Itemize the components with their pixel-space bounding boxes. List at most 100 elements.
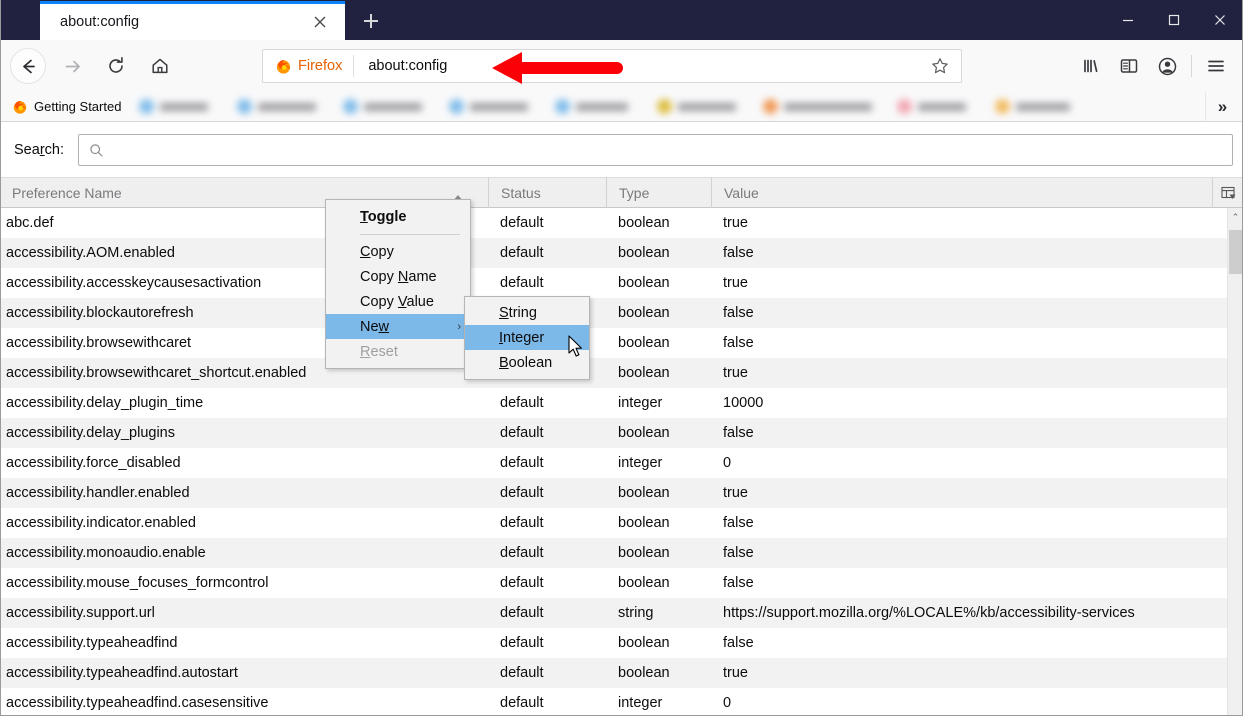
bookmark-item[interactable]: [651, 95, 751, 119]
cell-name: accessibility.indicator.enabled: [6, 515, 196, 531]
forward-button[interactable]: [54, 48, 90, 84]
table-row[interactable]: accessibility.delay_plugins default boolea…: [0, 418, 1243, 448]
back-button[interactable]: [10, 48, 46, 84]
table-row[interactable]: accessibility.indicator.enabled default bo…: [0, 508, 1243, 538]
sidebar-icon[interactable]: [1110, 49, 1148, 83]
table-row[interactable]: accessibility.typeaheadfind.autostart def…: [0, 658, 1243, 688]
column-header-status[interactable]: Status: [488, 177, 606, 208]
favicon-icon: [995, 99, 1011, 114]
table-row[interactable]: accessibility.AOM.enabled default boolean f…: [0, 238, 1243, 268]
table-row[interactable]: accessibility.blockautorefreshdefaultboo…: [0, 298, 1243, 328]
menu-item-toggle[interactable]: Toggle: [326, 203, 470, 231]
home-button[interactable]: [142, 48, 178, 84]
vertical-scrollbar[interactable]: ⌃: [1227, 208, 1243, 716]
bookmark-item[interactable]: [443, 95, 543, 119]
cell-name: accessibility.typeaheadfind.casesensitiv…: [6, 695, 269, 711]
table-row[interactable]: accessibility.force_disabled default integ…: [0, 448, 1243, 478]
cell-name: accessibility.delay_plugin_time: [6, 395, 204, 411]
bookmark-item[interactable]: [337, 95, 437, 119]
bookmark-item[interactable]: [231, 95, 331, 119]
bookmark-label: [258, 102, 317, 111]
cell-name: accessibility.typeaheadfind.autostart: [6, 665, 238, 681]
favicon-icon: [763, 99, 779, 114]
column-header-type[interactable]: Type: [606, 177, 711, 208]
cell-type: boolean: [618, 545, 670, 561]
menu-item-copy-value[interactable]: Copy Value: [326, 289, 470, 314]
favicon-icon: [237, 99, 253, 114]
bookmark-label: [364, 102, 423, 111]
search-label: Search:: [14, 142, 64, 158]
table-row[interactable]: accessibility.delay_plugin_time default in…: [0, 388, 1243, 418]
table-row[interactable]: accessibility.browsewithcaret_shortcut.e…: [0, 358, 1243, 388]
bookmark-label: [1016, 102, 1071, 111]
table-row[interactable]: accessibility.typeaheadfind default boolea…: [0, 628, 1243, 658]
bookmark-item[interactable]: [549, 95, 645, 119]
maximize-icon[interactable]: [1151, 0, 1197, 40]
cell-type: boolean: [618, 245, 670, 261]
menu-item-copy-name[interactable]: Copy Name: [326, 264, 470, 289]
bookmark-item[interactable]: [989, 95, 1085, 119]
table-row[interactable]: accessibility.mouse_focuses_formcontrol d…: [0, 568, 1243, 598]
close-icon[interactable]: [305, 7, 335, 37]
table-row[interactable]: accessibility.monoaudio.enable default boo…: [0, 538, 1243, 568]
menu-item-copy[interactable]: Copy: [326, 239, 470, 264]
cell-value: true: [723, 365, 748, 381]
column-picker-icon[interactable]: [1212, 178, 1243, 209]
cell-name: accessibility.monoaudio.enable: [6, 545, 206, 561]
bookmarks-bar: Getting Started »: [0, 92, 1243, 122]
cell-value: false: [723, 515, 754, 531]
cell-value: 0: [723, 695, 732, 711]
table-row[interactable]: accessibility.support.url default string ht…: [0, 598, 1243, 628]
scroll-up-icon[interactable]: ⌃: [1228, 208, 1243, 226]
bookmark-item[interactable]: Getting Started: [6, 95, 127, 119]
identity-box[interactable]: Firefox: [263, 55, 355, 77]
bookmark-label: [918, 102, 967, 111]
tab-title: about:config: [60, 14, 140, 30]
bookmark-item[interactable]: [757, 95, 885, 119]
table-row[interactable]: accessibility.accesskeycausesactivation d…: [0, 268, 1243, 298]
hamburger-icon[interactable]: [1197, 49, 1235, 83]
bookmark-item[interactable]: [133, 95, 225, 119]
column-header-value[interactable]: Value: [711, 177, 1243, 208]
cell-type: boolean: [618, 425, 670, 441]
minimize-icon[interactable]: [1105, 0, 1151, 40]
url-input[interactable]: about:config: [368, 58, 925, 74]
bookmark-label: Getting Started: [34, 99, 122, 114]
search-input[interactable]: [78, 134, 1233, 166]
submenu-item-string[interactable]: String: [465, 300, 589, 325]
window-controls: [1105, 0, 1243, 40]
cell-name: accessibility.typeaheadfind: [6, 635, 178, 651]
browser-tab[interactable]: about:config: [40, 1, 345, 40]
bookmark-item[interactable]: [891, 95, 983, 119]
cell-status: default: [500, 665, 544, 681]
table-row[interactable]: accessibility.handler.enabled default bool…: [0, 478, 1243, 508]
cell-value: true: [723, 275, 748, 291]
title-bar: about:config: [0, 0, 1243, 40]
table-row[interactable]: accessibility.typeaheadfind.casesensitiv…: [0, 688, 1243, 716]
table-row[interactable]: abc.def default boolean true: [0, 208, 1243, 238]
cell-type: boolean: [618, 215, 670, 231]
cell-status: default: [500, 635, 544, 651]
cell-type: integer: [618, 695, 663, 711]
scrollbar-thumb[interactable]: [1229, 230, 1243, 274]
window-close-icon[interactable]: [1197, 0, 1243, 40]
menu-item-label: Reset: [360, 343, 398, 360]
cell-status: default: [500, 455, 544, 471]
cell-type: boolean: [618, 665, 670, 681]
bookmarks-overflow-button[interactable]: »: [1205, 92, 1239, 122]
new-tab-button[interactable]: [351, 1, 391, 40]
cell-value: false: [723, 245, 754, 261]
cell-value: true: [723, 215, 748, 231]
context-menu: Toggle Copy Copy Name Copy Value New › Reset: [325, 199, 471, 369]
account-icon[interactable]: [1148, 49, 1186, 83]
menu-item-label: Copy: [360, 243, 394, 260]
library-icon[interactable]: [1072, 49, 1110, 83]
bookmark-star-icon[interactable]: [925, 51, 955, 81]
table-row[interactable]: accessibility.browsewithcaretdefaultbool…: [0, 328, 1243, 358]
favicon-icon: [139, 99, 155, 114]
menu-item-new[interactable]: New ›: [326, 314, 470, 339]
reload-button[interactable]: [98, 48, 134, 84]
cell-status: default: [500, 545, 544, 561]
submenu-item-label: Integer: [499, 329, 545, 346]
menu-item-label: Copy Name: [360, 268, 437, 285]
